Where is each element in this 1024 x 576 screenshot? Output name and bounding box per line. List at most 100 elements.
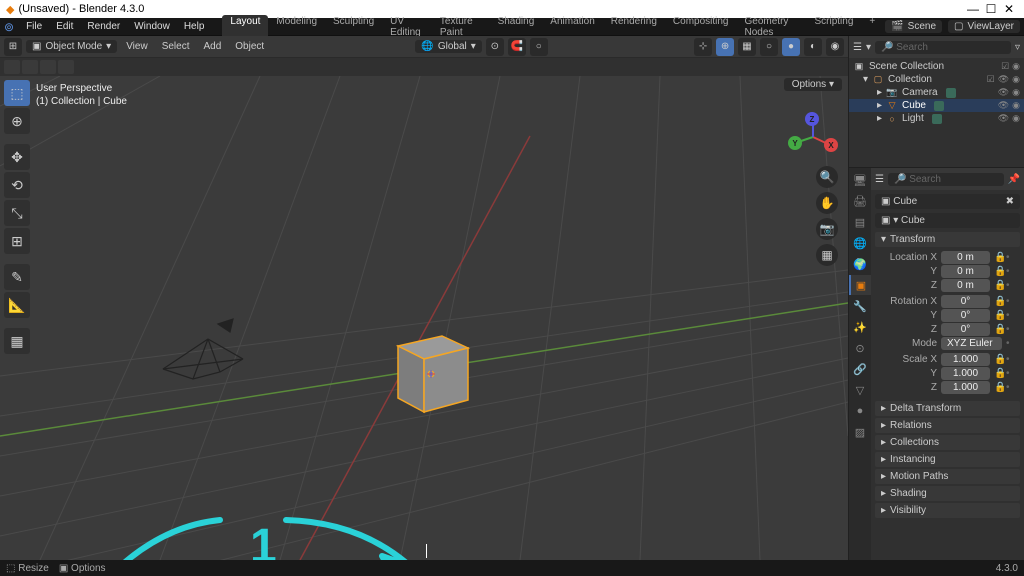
loc-x[interactable]: 0 m bbox=[941, 251, 990, 264]
pivot-icon[interactable]: ⊙ bbox=[486, 38, 504, 56]
tool-select-box[interactable]: ⬚ bbox=[4, 80, 30, 106]
nav-camera[interactable]: 📷 bbox=[816, 218, 838, 240]
scene-selector[interactable]: 🎬 Scene bbox=[885, 20, 942, 33]
viewport-options[interactable]: Options ▾ bbox=[784, 78, 842, 91]
outliner-scene-collection[interactable]: ▣ Scene Collection ☑◉ bbox=[849, 60, 1024, 73]
disclosure-icon[interactable]: ▸ bbox=[877, 113, 882, 124]
menu-edit[interactable]: Edit bbox=[50, 21, 79, 32]
scale-x[interactable]: 1.000 bbox=[941, 353, 990, 366]
props-breadcrumb[interactable]: ▣ Cube ✖ bbox=[875, 194, 1020, 209]
section-motion-paths[interactable]: ▸Motion Paths bbox=[875, 469, 1020, 484]
disclosure-icon[interactable]: ▸ bbox=[877, 100, 882, 111]
menu-file[interactable]: File bbox=[20, 21, 48, 32]
disclosure-icon[interactable]: ▸ bbox=[877, 87, 882, 98]
pin-icon[interactable]: ✖ bbox=[1006, 196, 1014, 207]
proptab-world[interactable]: 🌍 bbox=[849, 254, 871, 274]
tab-add[interactable]: + bbox=[861, 15, 883, 39]
tab-animation[interactable]: Animation bbox=[542, 15, 602, 39]
selectability-icon-3[interactable] bbox=[40, 60, 56, 74]
tool-cursor[interactable]: ⊕ bbox=[4, 108, 30, 134]
shading-rendered-icon[interactable]: ◉ bbox=[826, 38, 844, 56]
proptab-texture[interactable]: ▨ bbox=[849, 422, 871, 442]
proptab-viewlayer[interactable]: ▤ bbox=[849, 212, 871, 232]
selectability-icon[interactable] bbox=[4, 60, 20, 74]
section-visibility[interactable]: ▸Visibility bbox=[875, 503, 1020, 518]
nav-perspective[interactable]: ▦ bbox=[816, 244, 838, 266]
proptab-material[interactable]: ● bbox=[849, 401, 871, 421]
section-transform[interactable]: ▾ Transform bbox=[875, 232, 1020, 247]
tab-geometrynodes[interactable]: Geometry Nodes bbox=[737, 15, 807, 39]
proptab-output[interactable]: 🖨 bbox=[849, 191, 871, 211]
tool-transform[interactable]: ⊞ bbox=[4, 228, 30, 254]
proptab-modifiers[interactable]: 🔧 bbox=[849, 296, 871, 316]
proptab-render[interactable]: 🖥 bbox=[849, 170, 871, 190]
proptab-scene[interactable]: 🌐 bbox=[849, 233, 871, 253]
loc-z[interactable]: 0 m bbox=[941, 279, 990, 292]
cube-object[interactable] bbox=[384, 324, 478, 412]
tab-compositing[interactable]: Compositing bbox=[665, 15, 737, 39]
snap-icon[interactable]: 🧲 bbox=[508, 38, 526, 56]
navigation-gizmo[interactable]: X Y Z bbox=[788, 112, 838, 162]
overlay-toggle-icon[interactable]: ⊕ bbox=[716, 38, 734, 56]
shading-wireframe-icon[interactable]: ○ bbox=[760, 38, 778, 56]
menu-help[interactable]: Help bbox=[178, 21, 211, 32]
tool-scale[interactable]: ⤡ bbox=[4, 200, 30, 226]
proportional-icon[interactable]: ○ bbox=[530, 38, 548, 56]
selectability-icon-2[interactable] bbox=[22, 60, 38, 74]
rot-z[interactable]: 0° bbox=[941, 323, 990, 336]
outliner-type-icon[interactable]: ☰ bbox=[853, 42, 862, 53]
outliner-display-icon[interactable]: ▾ bbox=[866, 42, 871, 53]
header-view[interactable]: View bbox=[121, 41, 153, 52]
props-search[interactable]: 🔎 Search bbox=[888, 173, 1004, 186]
header-select[interactable]: Select bbox=[157, 41, 195, 52]
proptab-physics[interactable]: ⊙ bbox=[849, 338, 871, 358]
section-collections[interactable]: ▸Collections bbox=[875, 435, 1020, 450]
proptab-particles[interactable]: ✨ bbox=[849, 317, 871, 337]
outliner-collection[interactable]: ▾ ▢ Collection ☑👁◉ bbox=[849, 73, 1024, 86]
proptab-constraints[interactable]: 🔗 bbox=[849, 359, 871, 379]
section-instancing[interactable]: ▸Instancing bbox=[875, 452, 1020, 467]
scale-y[interactable]: 1.000 bbox=[941, 367, 990, 380]
status-resize[interactable]: ⬚ Resize bbox=[6, 563, 49, 574]
tool-measure[interactable]: 📐 bbox=[4, 292, 30, 318]
tab-texturepaint[interactable]: Texture Paint bbox=[432, 15, 490, 39]
gizmo-toggle-icon[interactable]: ⊹ bbox=[694, 38, 712, 56]
tab-scripting[interactable]: Scripting bbox=[806, 15, 861, 39]
header-object[interactable]: Object bbox=[230, 41, 269, 52]
section-delta-transform[interactable]: ▸Delta Transform bbox=[875, 401, 1020, 416]
orientation-selector[interactable]: 🌐 Global ▾ bbox=[415, 40, 481, 53]
tool-rotate[interactable]: ⟲ bbox=[4, 172, 30, 198]
section-relations[interactable]: ▸Relations bbox=[875, 418, 1020, 433]
outliner-item-camera[interactable]: ▸ 📷 Camera 👁◉ bbox=[849, 86, 1024, 99]
selectability-icon-4[interactable] bbox=[58, 60, 74, 74]
proptab-data[interactable]: ▽ bbox=[849, 380, 871, 400]
close-button[interactable]: ✕ bbox=[1000, 2, 1018, 16]
rot-y[interactable]: 0° bbox=[941, 309, 990, 322]
disclosure-icon[interactable]: ▾ bbox=[863, 74, 868, 85]
nav-zoom[interactable]: 🔍 bbox=[816, 166, 838, 188]
viewlayer-selector[interactable]: ▢ ViewLayer bbox=[948, 20, 1020, 33]
status-options[interactable]: ▣ Options bbox=[59, 563, 106, 574]
nav-pan[interactable]: ✋ bbox=[816, 192, 838, 214]
maximize-button[interactable]: ☐ bbox=[982, 2, 1000, 16]
outliner-item-light[interactable]: ▸ ○ Light 👁◉ bbox=[849, 112, 1024, 125]
xray-icon[interactable]: ▦ bbox=[738, 38, 756, 56]
props-pin-icon[interactable]: 📌 bbox=[1008, 174, 1020, 185]
camera-object[interactable] bbox=[158, 314, 248, 384]
header-add[interactable]: Add bbox=[198, 41, 226, 52]
filter-icon[interactable]: ▿ bbox=[1015, 42, 1020, 53]
tab-shading[interactable]: Shading bbox=[490, 15, 543, 39]
tab-rendering[interactable]: Rendering bbox=[603, 15, 665, 39]
outliner-search[interactable]: 🔎 Search bbox=[875, 41, 1011, 54]
tab-uvediting[interactable]: UV Editing bbox=[382, 15, 432, 39]
props-object-name[interactable]: ▣ ▾ Cube bbox=[875, 213, 1020, 228]
tool-annotate[interactable]: ✎ bbox=[4, 264, 30, 290]
rotation-mode[interactable]: XYZ Euler bbox=[941, 337, 1002, 350]
proptab-object[interactable]: ▣ bbox=[849, 275, 871, 295]
minimize-button[interactable]: — bbox=[964, 2, 982, 16]
rot-x[interactable]: 0° bbox=[941, 295, 990, 308]
shading-solid-icon[interactable]: ● bbox=[782, 38, 800, 56]
menu-render[interactable]: Render bbox=[81, 21, 126, 32]
outliner-item-cube[interactable]: ▸ ▽ Cube 👁◉ bbox=[849, 99, 1024, 112]
props-type-icon[interactable]: ☰ bbox=[875, 174, 884, 185]
